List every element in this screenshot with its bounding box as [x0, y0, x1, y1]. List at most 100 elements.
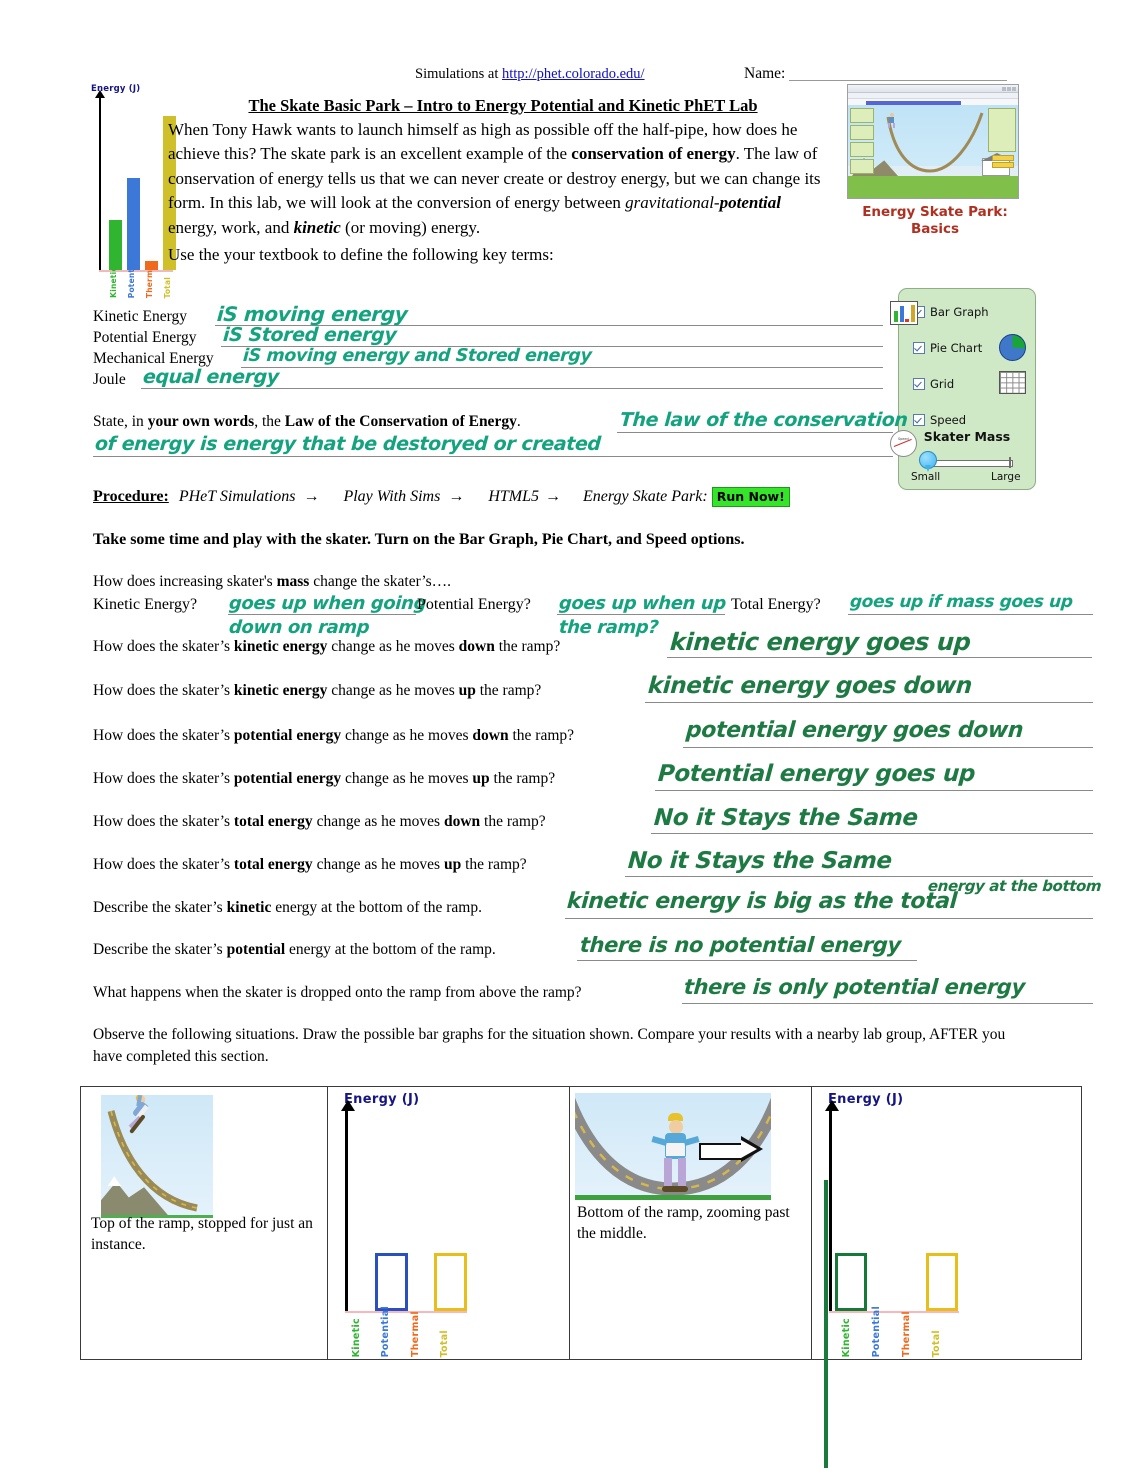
q4-answer: Potential energy goes up	[657, 761, 977, 787]
cell2-y-axis	[345, 1109, 349, 1311]
pie-chart-checkbox[interactable]	[913, 342, 925, 354]
speed-checkbox[interactable]	[913, 414, 925, 426]
key-term-label-potential: Potential Energy	[93, 329, 197, 346]
q4-answer-rule[interactable]	[655, 789, 1093, 791]
grid-checkbox[interactable]	[913, 378, 925, 390]
cell1-caption: Top of the ramp, stopped for just an ins…	[91, 1215, 313, 1253]
bar-graph-label: Bar Graph	[930, 305, 989, 319]
sim-left-thumbnails	[850, 108, 874, 176]
q4-run2: change as he moves	[341, 770, 473, 787]
q5-run1: total energy	[233, 813, 313, 830]
q3-run1: potential energy	[233, 727, 342, 744]
q5-run4: the ramp?	[480, 813, 546, 830]
key-term-label-kinetic: Kinetic Energy	[93, 308, 187, 325]
law-prompt-bold1: your own words	[147, 413, 255, 430]
slider-max-tick	[1009, 457, 1011, 468]
cell3-skater	[651, 1113, 700, 1195]
law-answer-line1: The law of the conservation	[619, 409, 909, 431]
mass-kinetic-label: Kinetic Energy?	[93, 596, 198, 613]
law-answer-rule-1[interactable]	[617, 431, 893, 433]
mass-prompt-run-0: How does increasing skater's	[93, 573, 277, 590]
q9-answer-rule[interactable]	[682, 1002, 1093, 1004]
q1-answer-rule[interactable]	[667, 656, 1092, 658]
phet-control-panel: Bar Graph Pie Chart Grid Speed Speed Ska…	[890, 288, 1036, 490]
mass-prompt: How does increasing skater's mass change…	[93, 573, 451, 591]
worksheet-page: Simulations at http://phet.colorado.edu/…	[0, 0, 1140, 1475]
question-7: Describe the skater’s kinetic energy at …	[93, 899, 482, 917]
situations-table: Top of the ramp, stopped for just an ins…	[80, 1086, 1082, 1360]
skater-mass-slider-knob[interactable]	[919, 451, 937, 472]
q2-answer-rule[interactable]	[645, 701, 1093, 703]
q2-answer: kinetic energy goes down	[647, 673, 973, 699]
q3-answer: potential energy goes down	[685, 718, 1025, 743]
q6-run1: total energy	[233, 856, 313, 873]
name-input-line[interactable]	[789, 80, 1008, 81]
cell4-label-potential: Potential	[871, 1305, 882, 1357]
mass-potential-answer: goes up when up	[558, 593, 727, 614]
option-bar-graph[interactable]: Bar Graph	[913, 305, 989, 319]
cell2-label-total: Total	[439, 1329, 450, 1357]
q4-run3: up	[472, 770, 490, 787]
key-term-row: Kinetic Energy iS moving energy	[93, 302, 883, 329]
mass-potential-answer-2: the ramp?	[558, 617, 660, 638]
skater-mass-slider-track[interactable]	[927, 460, 1013, 467]
cell2-label-potential: Potential	[380, 1305, 391, 1357]
cell2-chart-title: Energy (J)	[344, 1092, 420, 1107]
phet-thumb-caption: Energy Skate Park: Basics	[847, 204, 1023, 238]
q5-answer-rule[interactable]	[651, 832, 1093, 834]
option-speed[interactable]: Speed	[913, 413, 966, 427]
simulations-line: Simulations at http://phet.colorado.edu/	[415, 66, 645, 83]
mass-total-rule[interactable]	[848, 613, 1093, 615]
procedure-label: Procedure:	[93, 488, 169, 505]
q2-run4: the ramp?	[475, 682, 542, 699]
option-grid[interactable]: Grid	[913, 377, 954, 391]
cell4-chart-title: Energy (J)	[828, 1092, 904, 1107]
mass-prompt-run-2: change the skater’s….	[309, 573, 452, 590]
q6-run4: the ramp?	[461, 856, 527, 873]
law-prompt-mid: , the	[254, 413, 285, 430]
q3-run0: How does the skater’s	[93, 727, 234, 744]
table-cell-3: Bottom of the ramp, zooming past the mid…	[569, 1087, 812, 1359]
key-term-answer-joule: equal energy	[142, 366, 280, 388]
key-term-rule-mechanical[interactable]	[241, 367, 883, 368]
intro-run-1: conservation of energy	[571, 144, 736, 164]
run-now-button[interactable]: Run Now!	[711, 487, 790, 507]
mass-prompt-run-1: mass	[276, 573, 310, 590]
question-1: How does the skater’s kinetic energy cha…	[93, 638, 560, 656]
pie-chart-icon	[999, 334, 1026, 361]
q8-run1: potential	[226, 941, 286, 958]
pie-chart-label: Pie Chart	[930, 341, 983, 355]
procedure-arrow-2: →	[448, 488, 465, 505]
procedure-step-2: Play With Sims	[343, 488, 441, 505]
q3-answer-rule[interactable]	[683, 746, 1093, 748]
q9-run0: What happens when the skater is dropped …	[93, 984, 582, 1001]
q1-run1: kinetic energy	[233, 638, 328, 655]
q5-answer: No it Stays the Same	[653, 805, 919, 831]
cell4-bar-chart: Energy (J) Kinetic Potential Thermal Tot…	[811, 1087, 1079, 1359]
intro-run-4: potential	[719, 193, 782, 213]
q1-run3: down	[458, 638, 495, 655]
option-pie-chart[interactable]: Pie Chart	[913, 341, 982, 355]
bar-label-kinetic: Kinetic	[109, 267, 118, 298]
procedure-step-4: Energy Skate Park:	[583, 488, 708, 505]
procedure-arrow-3: →	[545, 488, 562, 505]
key-term-rule-joule[interactable]	[141, 388, 883, 389]
phet-browser-window-image	[847, 84, 1019, 199]
law-answer-line2: of energy is energy that be destoryed or…	[94, 433, 602, 455]
question-8: Describe the skater’s potential energy a…	[93, 941, 496, 959]
procedure-line: Procedure: PHeT Simulations → Play With …	[93, 487, 790, 507]
q2-run0: How does the skater’s	[93, 682, 234, 699]
phet-simulation-thumbnail[interactable]: Energy Skate Park: Basics	[847, 84, 1023, 238]
q2-run2: change as he moves	[327, 682, 459, 699]
law-answer-rule-2[interactable]	[93, 455, 893, 457]
intro-run-7: (or moving) energy.	[340, 217, 481, 237]
mass-kinetic-answer-2: down on ramp	[228, 617, 371, 638]
name-label: Name:	[744, 65, 786, 82]
mass-potential-label: Potential Energy?	[417, 596, 531, 613]
q8-answer-rule[interactable]	[577, 959, 917, 961]
stray-pen-stroke-upper	[824, 1180, 828, 1372]
phet-url-link[interactable]: http://phet.colorado.edu/	[502, 66, 645, 82]
q7-answer-rule[interactable]	[565, 917, 1093, 919]
q1-run2: change as he moves	[327, 638, 459, 655]
cell3-caption: Bottom of the ramp, zooming past the mid…	[577, 1204, 790, 1242]
